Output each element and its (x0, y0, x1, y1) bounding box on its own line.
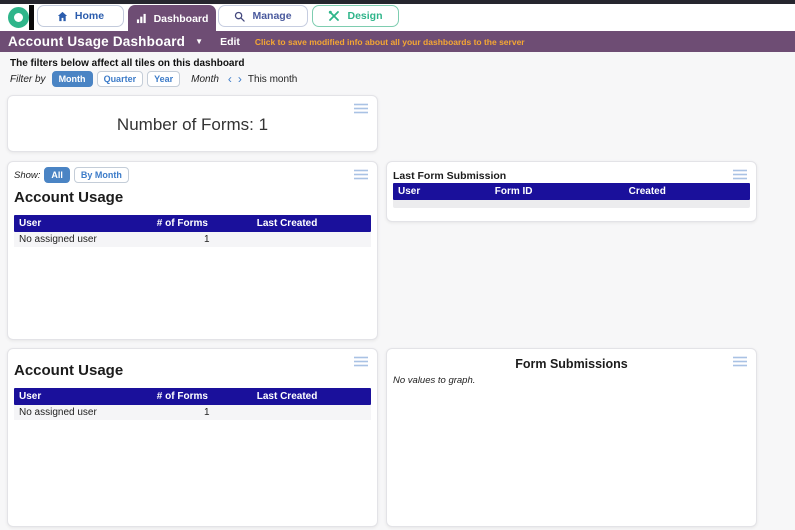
table-row: No assigned user 1 (14, 405, 371, 420)
tile-menu-icon[interactable] (353, 103, 369, 114)
chart-title: Form Submissions (515, 357, 628, 371)
col-header-num-forms: # of Forms (156, 218, 208, 229)
filter-quarter-button[interactable]: Quarter (96, 71, 144, 87)
tab-dashboard[interactable]: Dashboard (128, 5, 216, 32)
tile-menu-icon[interactable] (353, 356, 369, 367)
tab-home[interactable]: Home (37, 5, 124, 27)
filter-month-button[interactable]: Month (51, 71, 93, 87)
logo-bar (29, 5, 34, 30)
show-all-button[interactable]: All (44, 167, 70, 183)
tile-menu-icon[interactable] (353, 169, 369, 180)
tab-design-label: Design (347, 10, 383, 22)
tile-last-form-submission: Last Form Submission User Form ID Create… (386, 161, 757, 222)
tab-manage[interactable]: Manage (218, 5, 308, 27)
show-toggle-row: Show: All By Month (14, 167, 133, 183)
col-header-user: User (19, 391, 42, 402)
dashboard-screen: Home Dashboard Manage Design Account Usa… (0, 0, 795, 530)
home-icon (57, 11, 68, 22)
title-dropdown-caret-icon[interactable]: ▼ (195, 37, 203, 46)
account-usage-table: User # of Forms Last Created No assigned… (14, 215, 371, 247)
tab-home-label: Home (74, 10, 105, 22)
filters-heading: The filters below affect all tiles on th… (10, 58, 245, 69)
filter-year-button[interactable]: Year (147, 71, 181, 87)
bar-chart-icon (136, 13, 147, 24)
cell-user: No assigned user (19, 234, 97, 245)
tile-title: Last Form Submission (393, 170, 507, 182)
show-by-month-button[interactable]: By Month (73, 167, 129, 183)
filter-by-label: Filter by (10, 73, 46, 85)
cell-num-forms: 1 (203, 407, 210, 418)
app-logo[interactable] (8, 5, 36, 31)
header: Home Dashboard Manage Design (0, 4, 795, 32)
tab-design[interactable]: Design (312, 5, 399, 27)
col-header-created: Created (628, 186, 666, 197)
previous-period-chevron-icon[interactable]: ‹ (228, 73, 232, 85)
tile-account-usage-1: Show: All By Month Account Usage User # … (7, 161, 378, 340)
table-header-row: User Form ID Created (393, 183, 750, 200)
table-header-row: User # of Forms Last Created (14, 215, 371, 232)
current-period-value: This month (247, 73, 298, 85)
empty-table-row (393, 200, 750, 208)
period-nav-label: Month (191, 73, 219, 85)
edit-button[interactable]: Edit (220, 36, 240, 48)
tile-title: Account Usage (14, 189, 124, 206)
cell-num-forms: 1 (203, 234, 210, 245)
filters-row: Filter by Month Quarter Year Month ‹ › T… (10, 71, 297, 87)
col-header-last-created: Last Created (256, 218, 318, 229)
tile-account-usage-2: Account Usage User # of Forms Last Creat… (7, 348, 378, 527)
number-of-forms-text: Number of Forms: 1 (116, 115, 269, 134)
tools-icon (328, 10, 340, 22)
tab-manage-label: Manage (252, 10, 292, 22)
table-header-row: User # of Forms Last Created (14, 388, 371, 405)
tab-dashboard-label: Dashboard (153, 12, 209, 25)
col-header-user: User (19, 218, 42, 229)
tile-menu-icon[interactable] (732, 169, 748, 180)
last-form-submission-table: User Form ID Created (393, 183, 750, 208)
next-period-chevron-icon[interactable]: › (238, 73, 242, 85)
col-header-user: User (398, 186, 421, 197)
tile-title: Account Usage (14, 362, 124, 379)
show-label: Show: (14, 169, 41, 181)
account-usage-table: User # of Forms Last Created No assigned… (14, 388, 371, 420)
dashboard-title-bar: Account Usage Dashboard ▼ Edit Click to … (0, 31, 795, 52)
save-dashboards-note[interactable]: Click to save modified info about all yo… (255, 37, 525, 47)
tile-number-of-forms: Number of Forms: 1 (7, 95, 378, 152)
col-header-form-id: Form ID (494, 186, 533, 197)
search-icon (234, 11, 246, 22)
col-header-last-created: Last Created (256, 391, 318, 402)
chart-empty-message: No values to graph. (393, 375, 476, 386)
tile-form-submissions: Form Submissions No values to graph. (386, 348, 757, 527)
logo-ring (8, 7, 29, 28)
page-title: Account Usage Dashboard (8, 34, 186, 49)
col-header-num-forms: # of Forms (156, 391, 208, 402)
table-row: No assigned user 1 (14, 232, 371, 247)
cell-user: No assigned user (19, 407, 97, 418)
